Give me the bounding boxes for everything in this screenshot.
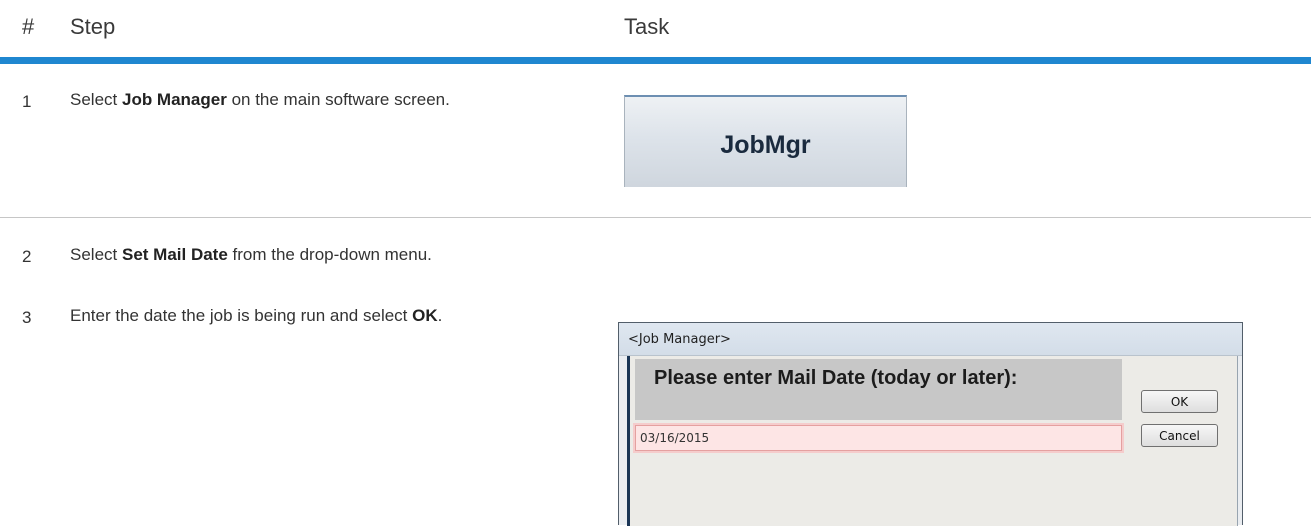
row-3-step-pre: Enter the date the job is being run and … (70, 306, 413, 325)
dialog-title: <Job Manager> (628, 332, 731, 347)
header-task: Task (624, 14, 670, 39)
prompt-text: Please enter Mail Date (today or later): (654, 367, 1018, 389)
row-3-step: Enter the date the job is being run and … (70, 301, 550, 331)
row-3-step-post: . (437, 306, 443, 325)
jobmgr-button-label: JobMgr (720, 130, 811, 159)
row-1-divider (0, 217, 1311, 218)
dialog-title-bar: <Job Manager> (619, 323, 1242, 356)
job-manager-dialog: <Job Manager> Please enter Mail Date (to… (618, 322, 1243, 526)
row-1-step-post: on the main software screen. (226, 90, 450, 109)
row-2-step-pre: Select (70, 245, 122, 264)
row-2-step-bold: Set Mail Date (121, 245, 228, 264)
page: { "table": { "headers": { "number": "#",… (0, 0, 1311, 526)
row-2-step-post: from the drop-down menu. (227, 245, 432, 264)
header-divider (0, 57, 1311, 64)
row-1-step-pre: Select (70, 90, 122, 109)
dialog-body: Please enter Mail Date (today or later):… (627, 356, 1238, 526)
jobmgr-button[interactable]: JobMgr (624, 95, 907, 187)
mail-date-input[interactable]: 03/16/2015 (635, 425, 1122, 451)
row-2-number: 2 (22, 247, 32, 266)
header-step: Step (70, 14, 116, 39)
row-1-step: Select Job Manager on the main software … (70, 85, 550, 115)
cancel-button[interactable]: Cancel (1141, 424, 1218, 447)
row-3-number: 3 (22, 308, 32, 327)
header-number: # (22, 14, 35, 39)
row-1-step-bold: Job Manager (121, 90, 227, 109)
row-1-number: 1 (22, 92, 32, 111)
prompt-panel: Please enter Mail Date (today or later): (635, 359, 1122, 420)
row-3-step-bold: OK (412, 306, 438, 325)
ok-button[interactable]: OK (1141, 390, 1218, 413)
row-2-step: Select Set Mail Date from the drop-down … (70, 240, 550, 270)
